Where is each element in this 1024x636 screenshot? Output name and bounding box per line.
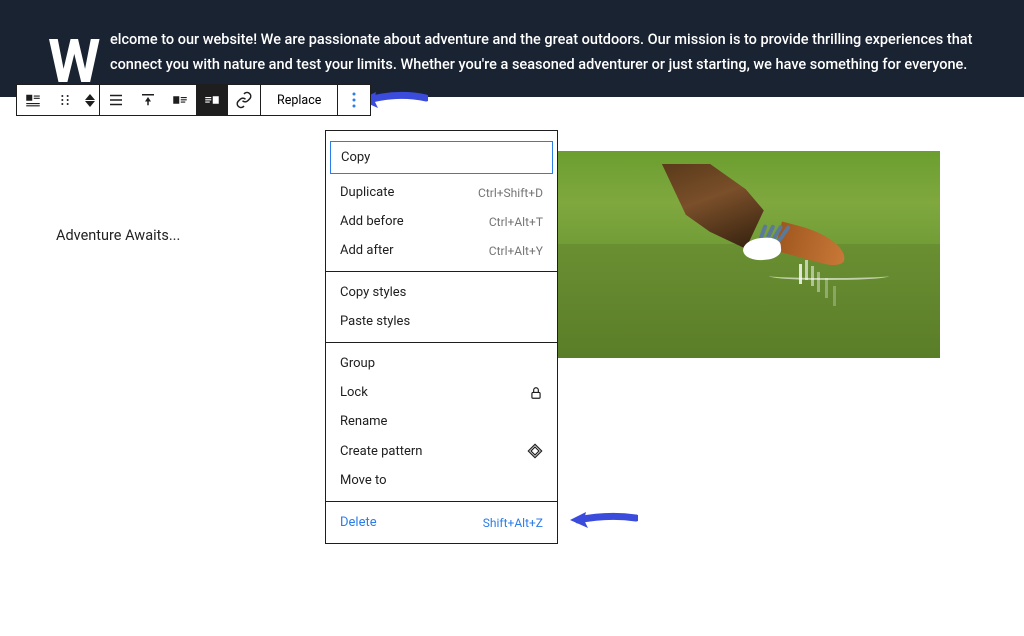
menu-item-copy[interactable]: Copy bbox=[330, 141, 553, 174]
dropdown-section-2: Copy styles Paste styles bbox=[326, 272, 557, 343]
drag-handle-icon[interactable] bbox=[49, 85, 81, 115]
annotation-arrow-bottom bbox=[568, 508, 638, 536]
menu-item-rename[interactable]: Rename bbox=[326, 407, 557, 436]
menu-item-label: Delete bbox=[340, 515, 377, 530]
menu-item-group[interactable]: Group bbox=[326, 349, 557, 378]
hero-text: elcome to our website! We are passionate… bbox=[110, 28, 984, 77]
menu-item-label: Group bbox=[340, 356, 375, 371]
block-type-icon[interactable] bbox=[17, 85, 49, 115]
dropdown-section-1: Copy Duplicate Ctrl+Shift+D Add before C… bbox=[326, 131, 557, 272]
more-options-button[interactable] bbox=[338, 85, 370, 115]
menu-item-move-to[interactable]: Move to bbox=[326, 466, 557, 495]
dropdown-section-3: Group Lock Rename Create pattern Move to bbox=[326, 343, 557, 502]
menu-item-label: Add before bbox=[340, 214, 404, 229]
menu-item-label: Create pattern bbox=[340, 444, 422, 459]
lock-icon bbox=[529, 386, 543, 400]
menu-item-label: Paste styles bbox=[340, 314, 410, 329]
replace-button[interactable]: Replace bbox=[261, 85, 337, 115]
image-left-icon[interactable] bbox=[164, 85, 196, 115]
block-options-dropdown: Copy Duplicate Ctrl+Shift+D Add before C… bbox=[325, 130, 558, 544]
block-toolbar: Replace bbox=[16, 84, 371, 116]
menu-item-add-before[interactable]: Add before Ctrl+Alt+T bbox=[326, 207, 557, 236]
menu-item-copy-styles[interactable]: Copy styles bbox=[326, 278, 557, 307]
menu-item-add-after[interactable]: Add after Ctrl+Alt+Y bbox=[326, 236, 557, 265]
menu-item-delete[interactable]: Delete Shift+Alt+Z bbox=[326, 508, 557, 537]
menu-item-lock[interactable]: Lock bbox=[326, 378, 557, 407]
image-right-icon[interactable] bbox=[196, 85, 228, 115]
link-icon[interactable] bbox=[228, 85, 260, 115]
menu-item-shortcut: Ctrl+Alt+T bbox=[489, 215, 543, 229]
menu-item-label: Copy styles bbox=[340, 285, 406, 300]
menu-item-label: Rename bbox=[340, 414, 387, 429]
hero-section: W elcome to our website! We are passiona… bbox=[0, 0, 1024, 97]
menu-item-duplicate[interactable]: Duplicate Ctrl+Shift+D bbox=[326, 178, 557, 207]
menu-item-paste-styles[interactable]: Paste styles bbox=[326, 307, 557, 336]
menu-item-label: Move to bbox=[340, 473, 387, 488]
media-column bbox=[512, 127, 1024, 358]
move-arrows-icon[interactable] bbox=[81, 85, 99, 115]
vertical-align-icon[interactable] bbox=[132, 85, 164, 115]
align-none-icon[interactable] bbox=[100, 85, 132, 115]
menu-item-shortcut: Shift+Alt+Z bbox=[483, 516, 543, 530]
menu-item-create-pattern[interactable]: Create pattern bbox=[326, 436, 557, 466]
menu-item-shortcut: Ctrl+Alt+Y bbox=[489, 244, 543, 258]
menu-item-label: Add after bbox=[340, 243, 394, 258]
dropdown-section-4: Delete Shift+Alt+Z bbox=[326, 502, 557, 543]
menu-item-shortcut: Ctrl+Shift+D bbox=[478, 186, 543, 200]
menu-item-label: Lock bbox=[340, 385, 368, 400]
menu-item-label: Copy bbox=[341, 150, 370, 165]
dropcap: W bbox=[48, 38, 101, 86]
menu-item-label: Duplicate bbox=[340, 185, 394, 200]
hero-image[interactable] bbox=[512, 151, 940, 358]
diamond-icon bbox=[527, 443, 543, 459]
